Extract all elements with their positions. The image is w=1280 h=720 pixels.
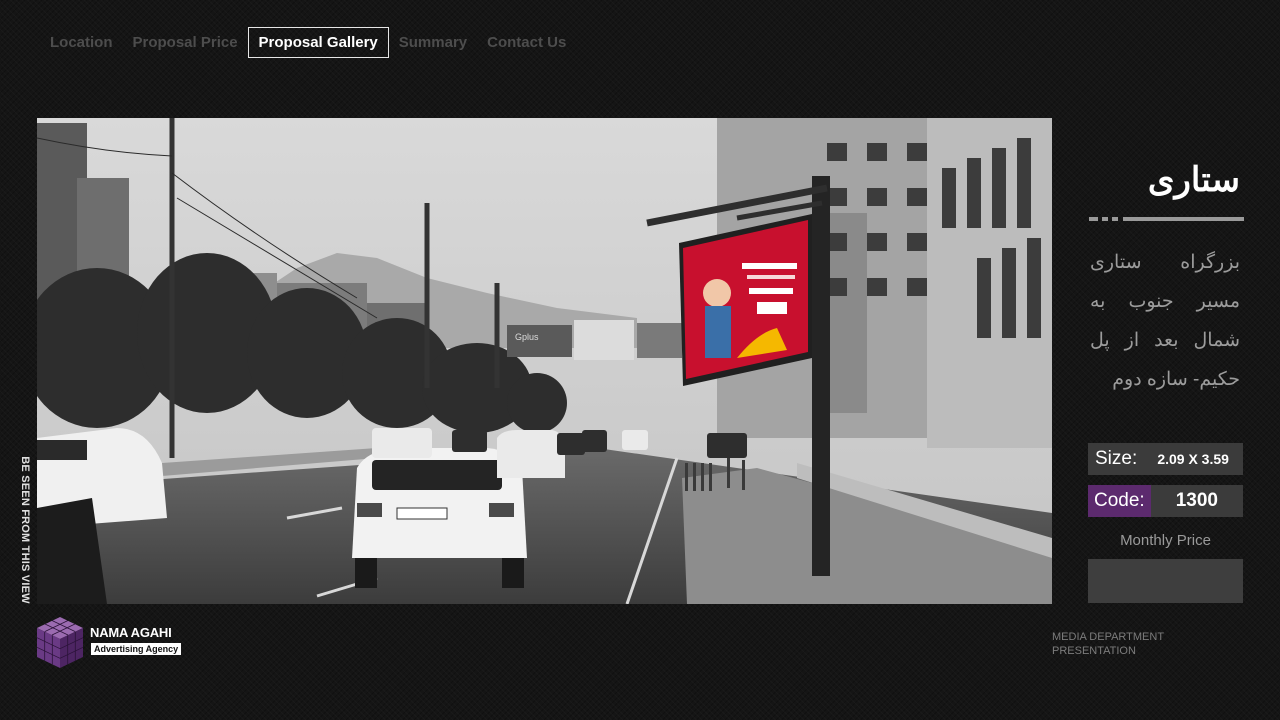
monthly-price-value (1088, 559, 1243, 603)
presentation-line-2: PRESENTATION (1052, 645, 1136, 657)
size-spec: Size: 2.09 X 3.59 (1088, 443, 1243, 475)
top-nav: Location Proposal Price Proposal Gallery… (40, 26, 576, 58)
nav-location[interactable]: Location (40, 28, 123, 57)
gplus-sign: Gplus (515, 332, 539, 342)
nav-contact-us[interactable]: Contact Us (477, 28, 576, 57)
gallery-photo: Gplus (37, 118, 1052, 604)
code-spec: Code: 1300 (1088, 485, 1243, 517)
nav-proposal-price[interactable]: Proposal Price (123, 28, 248, 57)
code-label: Code: (1088, 485, 1151, 517)
presentation-line-1: MEDIA DEPARTMENT (1052, 631, 1165, 643)
size-value: 2.09 X 3.59 (1157, 451, 1229, 467)
view-caption: BE SEEN FROM THIS VIEW (19, 456, 31, 604)
size-label: Size: (1095, 448, 1138, 469)
company-logo: NAMA AGAHI Advertising Agency (36, 615, 186, 671)
nav-summary[interactable]: Summary (389, 28, 477, 57)
featured-billboard (679, 214, 812, 386)
cube-logo-icon (36, 617, 84, 668)
nav-proposal-gallery[interactable]: Proposal Gallery (247, 26, 389, 58)
location-description: بزرگراه ستاری مسیر جنوب به شمال بعد از پ… (1090, 252, 1240, 390)
logo-name: NAMA AGAHI (90, 625, 172, 640)
location-title: ستاری (1147, 161, 1240, 199)
title-underline (1089, 217, 1244, 221)
presentation-caption: MEDIA DEPARTMENT PRESENTATION (1052, 630, 1164, 658)
code-value: 1300 (1175, 490, 1218, 511)
monthly-price-label: Monthly Price (1120, 532, 1211, 549)
logo-tagline: Advertising Agency (91, 643, 182, 655)
